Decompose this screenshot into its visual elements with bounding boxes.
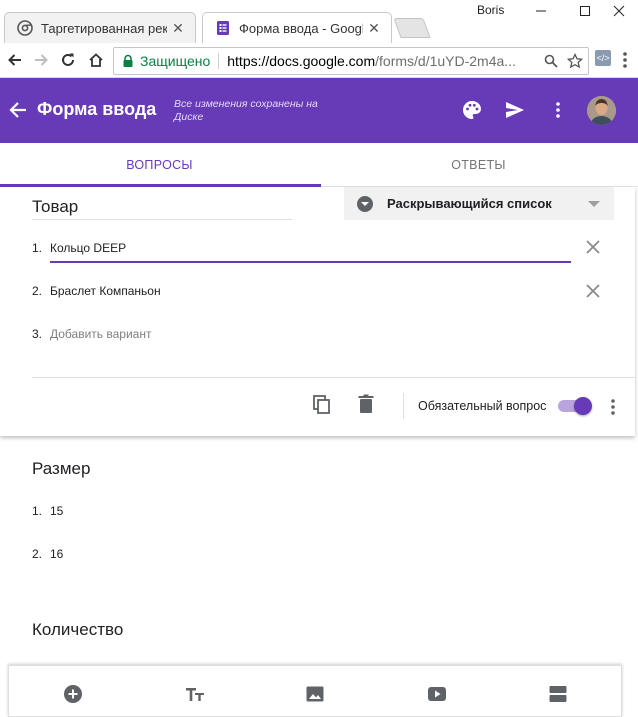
option-number: 2. [32, 284, 43, 298]
forms-header: Форма ввода Все изменения сохранены на Д… [0, 78, 638, 143]
home-icon[interactable] [83, 47, 109, 73]
address-bar[interactable]: Защищено https://docs.google.com/forms/d… [113, 47, 589, 75]
profile-name[interactable]: Boris [477, 3, 504, 17]
browser-tab-title: Форма ввода - Google Ф [239, 20, 363, 36]
secure-label: Защищено [140, 53, 211, 69]
address-divider [218, 53, 220, 69]
add-section-icon[interactable] [548, 684, 568, 704]
option-number: 3. [32, 327, 43, 341]
question-title[interactable]: Размер [32, 459, 90, 479]
option-row[interactable]: 2. 16 [32, 547, 63, 561]
browser-tab-title: Таргетированная рекла [41, 20, 167, 36]
browser-tab-1[interactable]: Таргетированная рекла ✕ [4, 12, 196, 43]
question-card-active[interactable]: Товар Раскрывающийся список 1. Кольцо DE… [0, 187, 635, 436]
dropdown-type-icon [357, 195, 373, 212]
option-focus-underline [50, 261, 571, 263]
save-status: Все изменения сохранены на Диске [174, 98, 318, 123]
close-window-icon[interactable] [600, 0, 638, 22]
add-option-row[interactable]: 3. Добавить вариант [32, 327, 151, 341]
footer-divider [403, 393, 404, 419]
tab-responses[interactable]: ОТВЕТЫ [319, 143, 638, 187]
add-item-toolbar [8, 665, 622, 717]
option-text: 16 [50, 547, 64, 561]
form-tabs: ВОПРОСЫ ОТВЕТЫ [0, 143, 638, 187]
add-option-input[interactable]: Добавить вариант [50, 327, 151, 341]
url-path: /forms/d/1uYD-2m4a... [375, 53, 516, 69]
close-tab-icon[interactable]: ✕ [367, 20, 381, 37]
minimize-icon[interactable] [518, 0, 564, 22]
bookmark-star-icon[interactable] [564, 50, 586, 72]
chrome-icon [17, 20, 33, 36]
url-host: https://docs.google.com [227, 53, 376, 69]
question-title[interactable]: Количество [32, 620, 123, 640]
search-icon[interactable] [540, 50, 562, 72]
reload-icon[interactable] [55, 47, 81, 73]
avatar[interactable] [587, 96, 616, 125]
close-tab-icon[interactable]: ✕ [171, 20, 185, 37]
add-image-icon[interactable] [305, 684, 325, 704]
required-label: Обязательный вопрос [418, 399, 547, 413]
chevron-down-icon [588, 201, 600, 207]
option-number: 2. [32, 547, 43, 561]
required-toggle[interactable] [558, 397, 592, 415]
extension-icon[interactable]: </> [595, 50, 611, 66]
remove-option-icon[interactable] [584, 282, 602, 300]
send-icon[interactable] [503, 98, 527, 122]
more-options-icon[interactable] [546, 98, 570, 122]
palette-icon[interactable] [460, 98, 484, 122]
option-text-input[interactable]: Кольцо DEEP [50, 241, 126, 255]
remove-option-icon[interactable] [584, 238, 602, 256]
browser-tab-2[interactable]: Форма ввода - Google Ф ✕ [202, 12, 392, 43]
add-question-icon[interactable] [63, 684, 83, 704]
question-type-label: Раскрывающийся список [387, 196, 552, 211]
url-text[interactable]: https://docs.google.com/forms/d/1uYD-2m4… [227, 53, 540, 69]
card-footer-divider [32, 377, 635, 378]
google-forms-icon [217, 21, 229, 35]
toggle-thumb [574, 397, 592, 415]
add-video-icon[interactable] [427, 684, 447, 704]
back-arrow-icon[interactable] [6, 98, 30, 122]
delete-icon[interactable] [355, 393, 377, 415]
browser-tab-strip: Таргетированная рекла ✕ Форма ввода - Go… [0, 0, 638, 43]
question-more-icon[interactable] [606, 397, 620, 417]
chrome-menu-icon[interactable] [612, 47, 638, 73]
add-title-icon[interactable] [185, 684, 205, 704]
option-number: 1. [32, 504, 43, 518]
option-row[interactable]: 1. 15 [32, 504, 63, 518]
question-type-dropdown[interactable]: Раскрывающийся список [344, 187, 614, 220]
tab-questions[interactable]: ВОПРОСЫ [0, 143, 319, 187]
option-text: 15 [50, 504, 64, 518]
lock-icon [123, 54, 133, 67]
browser-toolbar: Защищено https://docs.google.com/forms/d… [0, 43, 638, 78]
back-icon[interactable] [2, 47, 28, 73]
new-tab-button[interactable] [393, 18, 431, 38]
forward-icon[interactable] [28, 47, 54, 73]
option-row[interactable]: 1. Кольцо DEEP [32, 241, 126, 255]
form-title[interactable]: Форма ввода [37, 99, 156, 120]
duplicate-icon[interactable] [311, 393, 333, 415]
question-title-underline [32, 219, 292, 220]
option-text-input[interactable]: Браслет Компаньон [50, 284, 161, 298]
option-number: 1. [32, 241, 43, 255]
question-title-input[interactable]: Товар [32, 197, 78, 217]
option-row[interactable]: 2. Браслет Компаньон [32, 284, 161, 298]
